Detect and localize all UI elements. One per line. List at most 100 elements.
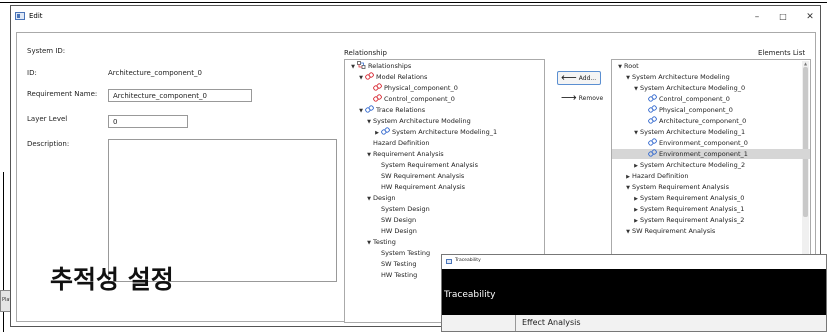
- relationship-tree-label: SW Testing: [381, 260, 417, 268]
- elements-list-row[interactable]: Architecture_component_0: [612, 116, 746, 126]
- remove-button[interactable]: ⟶ Remove: [557, 91, 607, 105]
- effect-analysis-item[interactable]: Effect Analysis: [522, 318, 581, 327]
- collapse-arrow-icon[interactable]: ▶: [373, 128, 381, 138]
- add-button-label: Add...: [578, 75, 597, 82]
- expand-arrow-icon[interactable]: ▼: [616, 62, 624, 72]
- traceability-app-icon: [446, 259, 452, 264]
- traceability-window: Traceability Traceability Effect Analysi…: [441, 254, 827, 332]
- relationship-tree-label: Hazard Definition: [373, 139, 430, 147]
- collapse-arrow-icon[interactable]: ▶: [632, 161, 640, 171]
- elements-list-row[interactable]: ▼ System Architecture Modeling: [612, 72, 730, 82]
- relationship-tree-row[interactable]: Control_component_0: [345, 94, 455, 104]
- elements-list-row[interactable]: ▶ System Requirement Analysis_1: [612, 204, 744, 214]
- add-button[interactable]: ⟵ Add...: [557, 71, 601, 85]
- relationship-tree-row[interactable]: SW Testing: [345, 259, 416, 269]
- relationship-tree-label: System Architecture Modeling: [373, 117, 471, 125]
- expand-arrow-icon[interactable]: ▼: [632, 84, 640, 94]
- relationship-tree-row[interactable]: ▼ Trace Relations: [345, 105, 425, 115]
- elements-list-label: System Requirement Analysis_0: [640, 194, 745, 202]
- relationship-tree-row[interactable]: ▼ Model Relations: [345, 72, 427, 82]
- collapse-arrow-icon[interactable]: ▶: [624, 172, 632, 182]
- maximize-button[interactable]: □: [773, 9, 793, 25]
- scrollbar-thumb[interactable]: [803, 67, 808, 217]
- elements-list-label: SW Requirement Analysis: [632, 227, 716, 235]
- relationship-tree-row[interactable]: SW Design: [345, 215, 416, 225]
- elements-list-label: Environment_component_0: [659, 139, 748, 147]
- expand-arrow-icon[interactable]: ▼: [357, 73, 365, 83]
- edit-window-title: Edit: [29, 12, 43, 20]
- relationship-tree-row[interactable]: Hazard Definition: [345, 138, 430, 148]
- elements-list-row[interactable]: Environment_component_0: [612, 138, 748, 148]
- relationship-tree-row[interactable]: SW Requirement Analysis: [345, 171, 464, 181]
- relationship-tree-row[interactable]: HW Design: [345, 226, 417, 236]
- requirement-name-input[interactable]: Architecture_component_0: [108, 89, 252, 102]
- traceability-body: Effect Analysis: [442, 315, 826, 331]
- elements-list-label: System Requirement Analysis_2: [640, 216, 745, 224]
- link-red-icon: [373, 94, 382, 102]
- relationship-tree-row[interactable]: ▼ System Architecture Modeling: [345, 116, 471, 126]
- requirement-name-label: Requirement Name:: [27, 90, 98, 98]
- relationship-tree-label: Testing: [373, 238, 396, 246]
- relationship-tree-row[interactable]: System Requirement Analysis: [345, 160, 478, 170]
- relationship-tree-row[interactable]: HW Testing: [345, 270, 417, 280]
- expand-arrow-icon[interactable]: ▼: [365, 194, 373, 204]
- relationship-tree-label: Model Relations: [376, 73, 428, 81]
- collapse-arrow-icon[interactable]: ▶: [632, 205, 640, 215]
- link-blue-icon: [381, 127, 390, 135]
- expand-arrow-icon[interactable]: ▼: [624, 227, 632, 237]
- relationship-tree-label: Relationships: [368, 62, 412, 70]
- elements-list-row[interactable]: ▶ System Architecture Modeling_2: [612, 160, 745, 170]
- elements-list-row[interactable]: ▼ Root: [612, 61, 639, 71]
- edit-window-titlebar[interactable]: Edit – □ ✕: [11, 6, 820, 30]
- relationship-tree-label: Requirement Analysis: [373, 150, 444, 158]
- expand-arrow-icon[interactable]: ▼: [365, 150, 373, 160]
- description-label: Description:: [27, 140, 70, 148]
- relationship-tree-row[interactable]: ▶ System Architecture Modeling_1: [345, 127, 497, 137]
- relationship-tree-row[interactable]: HW Requirement Analysis: [345, 182, 465, 192]
- expand-arrow-icon[interactable]: ▼: [349, 62, 357, 72]
- elements-list-row[interactable]: Control_component_0: [612, 94, 730, 104]
- minimize-button[interactable]: –: [747, 9, 767, 25]
- layer-level-input[interactable]: 0: [108, 115, 188, 128]
- elements-list-row[interactable]: ▶ Hazard Definition: [612, 171, 688, 182]
- collapse-arrow-icon[interactable]: ▶: [632, 194, 640, 204]
- relationship-tree-row[interactable]: ▼ Requirement Analysis: [345, 149, 444, 159]
- system-id-label: System ID:: [27, 47, 66, 55]
- traceability-titlebar[interactable]: Traceability: [442, 255, 826, 269]
- relationship-tree-label: HW Design: [381, 227, 417, 235]
- id-value: Architecture_component_0: [108, 69, 202, 77]
- id-label: ID:: [27, 69, 37, 77]
- expand-arrow-icon[interactable]: ▼: [365, 117, 373, 127]
- relationship-tree-label: SW Requirement Analysis: [381, 172, 465, 180]
- relationship-tree-row[interactable]: ▼ Testing: [345, 237, 396, 247]
- expand-arrow-icon[interactable]: ▼: [632, 128, 640, 138]
- expand-arrow-icon[interactable]: ▼: [365, 238, 373, 248]
- relationship-tree-label: Physical_component_0: [384, 84, 458, 92]
- relationship-tree-row[interactable]: Physical_component_0: [345, 83, 458, 93]
- collapse-arrow-icon[interactable]: ▶: [632, 216, 640, 226]
- scroll-up-icon[interactable]: ▲: [802, 61, 809, 66]
- close-button[interactable]: ✕: [800, 9, 820, 25]
- traceability-header: Traceability: [442, 269, 826, 315]
- elements-list-label: Architecture_component_0: [659, 117, 747, 125]
- relationship-tree-row[interactable]: System Design: [345, 204, 430, 214]
- elements-list-row[interactable]: Environment_component_1: [612, 149, 810, 159]
- traceability-heading: Traceability: [444, 290, 496, 300]
- elements-list-row[interactable]: ▶ System Requirement Analysis_0: [612, 193, 744, 203]
- relationship-tree-row[interactable]: ▼ Design: [345, 193, 395, 203]
- right-arrow-icon: ⟶: [561, 91, 577, 104]
- elements-list-row[interactable]: ▶ System Requirement Analysis_2: [612, 215, 744, 225]
- relationship-tree-label: Design: [373, 194, 396, 202]
- expand-arrow-icon[interactable]: ▼: [357, 106, 365, 116]
- elements-list-row[interactable]: ▼ SW Requirement Analysis: [612, 226, 715, 236]
- relationship-tree-row[interactable]: System Testing: [345, 248, 430, 258]
- relationship-tree-row[interactable]: ▼ Relationships: [345, 61, 411, 71]
- expand-arrow-icon[interactable]: ▼: [624, 73, 632, 83]
- elements-list-row[interactable]: ▼ System Architecture Modeling_0: [612, 83, 745, 93]
- expand-arrow-icon[interactable]: ▼: [624, 183, 632, 193]
- elements-list-title: Elements List: [758, 49, 806, 57]
- elements-list-row[interactable]: Physical_component_0: [612, 105, 733, 115]
- app-icon: [15, 12, 25, 20]
- elements-list-row[interactable]: ▼ System Architecture Modeling_1: [612, 127, 745, 137]
- elements-list-row[interactable]: ▼ System Requirement Analysis: [612, 182, 729, 192]
